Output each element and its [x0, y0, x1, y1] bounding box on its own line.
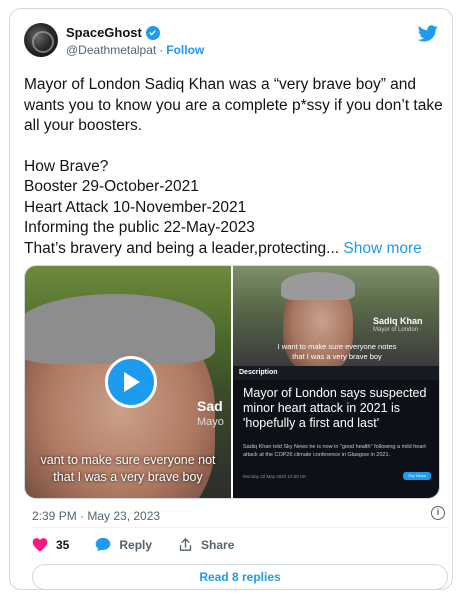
video-hair	[25, 294, 215, 364]
tweet-card: SpaceGhost @Deathmetalpat · Follow Mayor…	[9, 8, 453, 590]
author-handle[interactable]: @Deathmetalpat	[66, 43, 156, 57]
action-bar: 35 Reply Share	[32, 537, 260, 552]
separator-dot: ·	[159, 43, 164, 57]
author-name[interactable]: SpaceGhost	[66, 25, 142, 40]
image-caption-line: I want to make sure everyone notes	[277, 342, 397, 351]
video-thumbnail[interactable]: Sad Mayo vant to make sure everyone not …	[25, 266, 231, 498]
follow-link[interactable]: Follow	[166, 43, 204, 57]
avatar[interactable]	[24, 23, 58, 57]
image-caption-line: that I was a very brave boy	[292, 352, 382, 361]
news-button: Sky News	[403, 472, 431, 480]
tweet-timestamp[interactable]: 2:39 PM · May 23, 2023	[32, 509, 160, 523]
news-headline: Mayor of London says suspected minor hea…	[243, 386, 427, 430]
news-screenshot[interactable]: Description Mayor of London says suspect…	[233, 366, 439, 498]
media-grid: Sad Mayo vant to make sure everyone not …	[24, 265, 440, 499]
video-caption-line: that I was a very brave boy	[53, 470, 203, 484]
video-name-tag: Sad	[197, 398, 223, 414]
image-thumbnail[interactable]: Sadiq Khan Mayor of London I want to mak…	[233, 266, 439, 366]
image-name-tag: Sadiq Khan	[373, 316, 423, 326]
verified-badge-icon	[145, 25, 160, 40]
image-caption: I want to make sure everyone notes that …	[233, 342, 439, 362]
play-button[interactable]	[105, 356, 157, 408]
tweet-line: How Brave?	[24, 157, 109, 175]
video-caption: vant to make sure everyone not that I wa…	[25, 452, 231, 486]
reply-icon	[96, 537, 111, 552]
tweet-line: Booster 29-October-2021	[24, 178, 199, 195]
play-icon	[124, 372, 140, 392]
tweet-line: Mayor of London Sadiq Khan was a “very b…	[24, 76, 443, 134]
share-icon	[179, 538, 192, 551]
share-label: Share	[201, 537, 235, 552]
reply-button[interactable]: Reply	[95, 537, 152, 552]
tweet-text: Mayor of London Sadiq Khan was a “very b…	[24, 75, 444, 259]
tweet-line: Heart Attack 10-November-2021	[24, 198, 247, 216]
tweet-line: That’s bravery and being a leader,protec…	[24, 239, 340, 257]
divider	[32, 527, 448, 528]
image-hair	[281, 272, 355, 300]
news-meta: Monday 22 May 2023 10:25 UK	[243, 474, 307, 479]
tweet-line-last: That’s bravery and being a leader,protec…	[24, 239, 444, 260]
video-caption-line: vant to make sure everyone not	[40, 453, 216, 467]
share-button[interactable]: Share	[178, 537, 234, 552]
video-title-tag: Mayo	[197, 416, 224, 428]
twitter-bird-icon[interactable]	[417, 25, 438, 47]
news-article-text: Sadiq Khan told Sky News he is now in "g…	[243, 444, 426, 458]
author-name-row: SpaceGhost	[66, 25, 160, 40]
heart-icon	[32, 538, 48, 552]
description-bar: Description	[233, 366, 439, 380]
author-handle-row: @Deathmetalpat · Follow	[66, 43, 204, 57]
read-replies-button[interactable]: Read 8 replies	[32, 564, 448, 590]
tweet-line: Informing the public 22-May-2023	[24, 219, 255, 236]
reply-label: Reply	[119, 537, 153, 552]
like-button[interactable]: 35	[32, 537, 69, 552]
show-more-link[interactable]: Show more	[343, 240, 421, 257]
like-count: 35	[56, 537, 70, 552]
info-icon[interactable]: i	[431, 506, 445, 520]
image-title-tag: Mayor of London	[373, 327, 419, 333]
